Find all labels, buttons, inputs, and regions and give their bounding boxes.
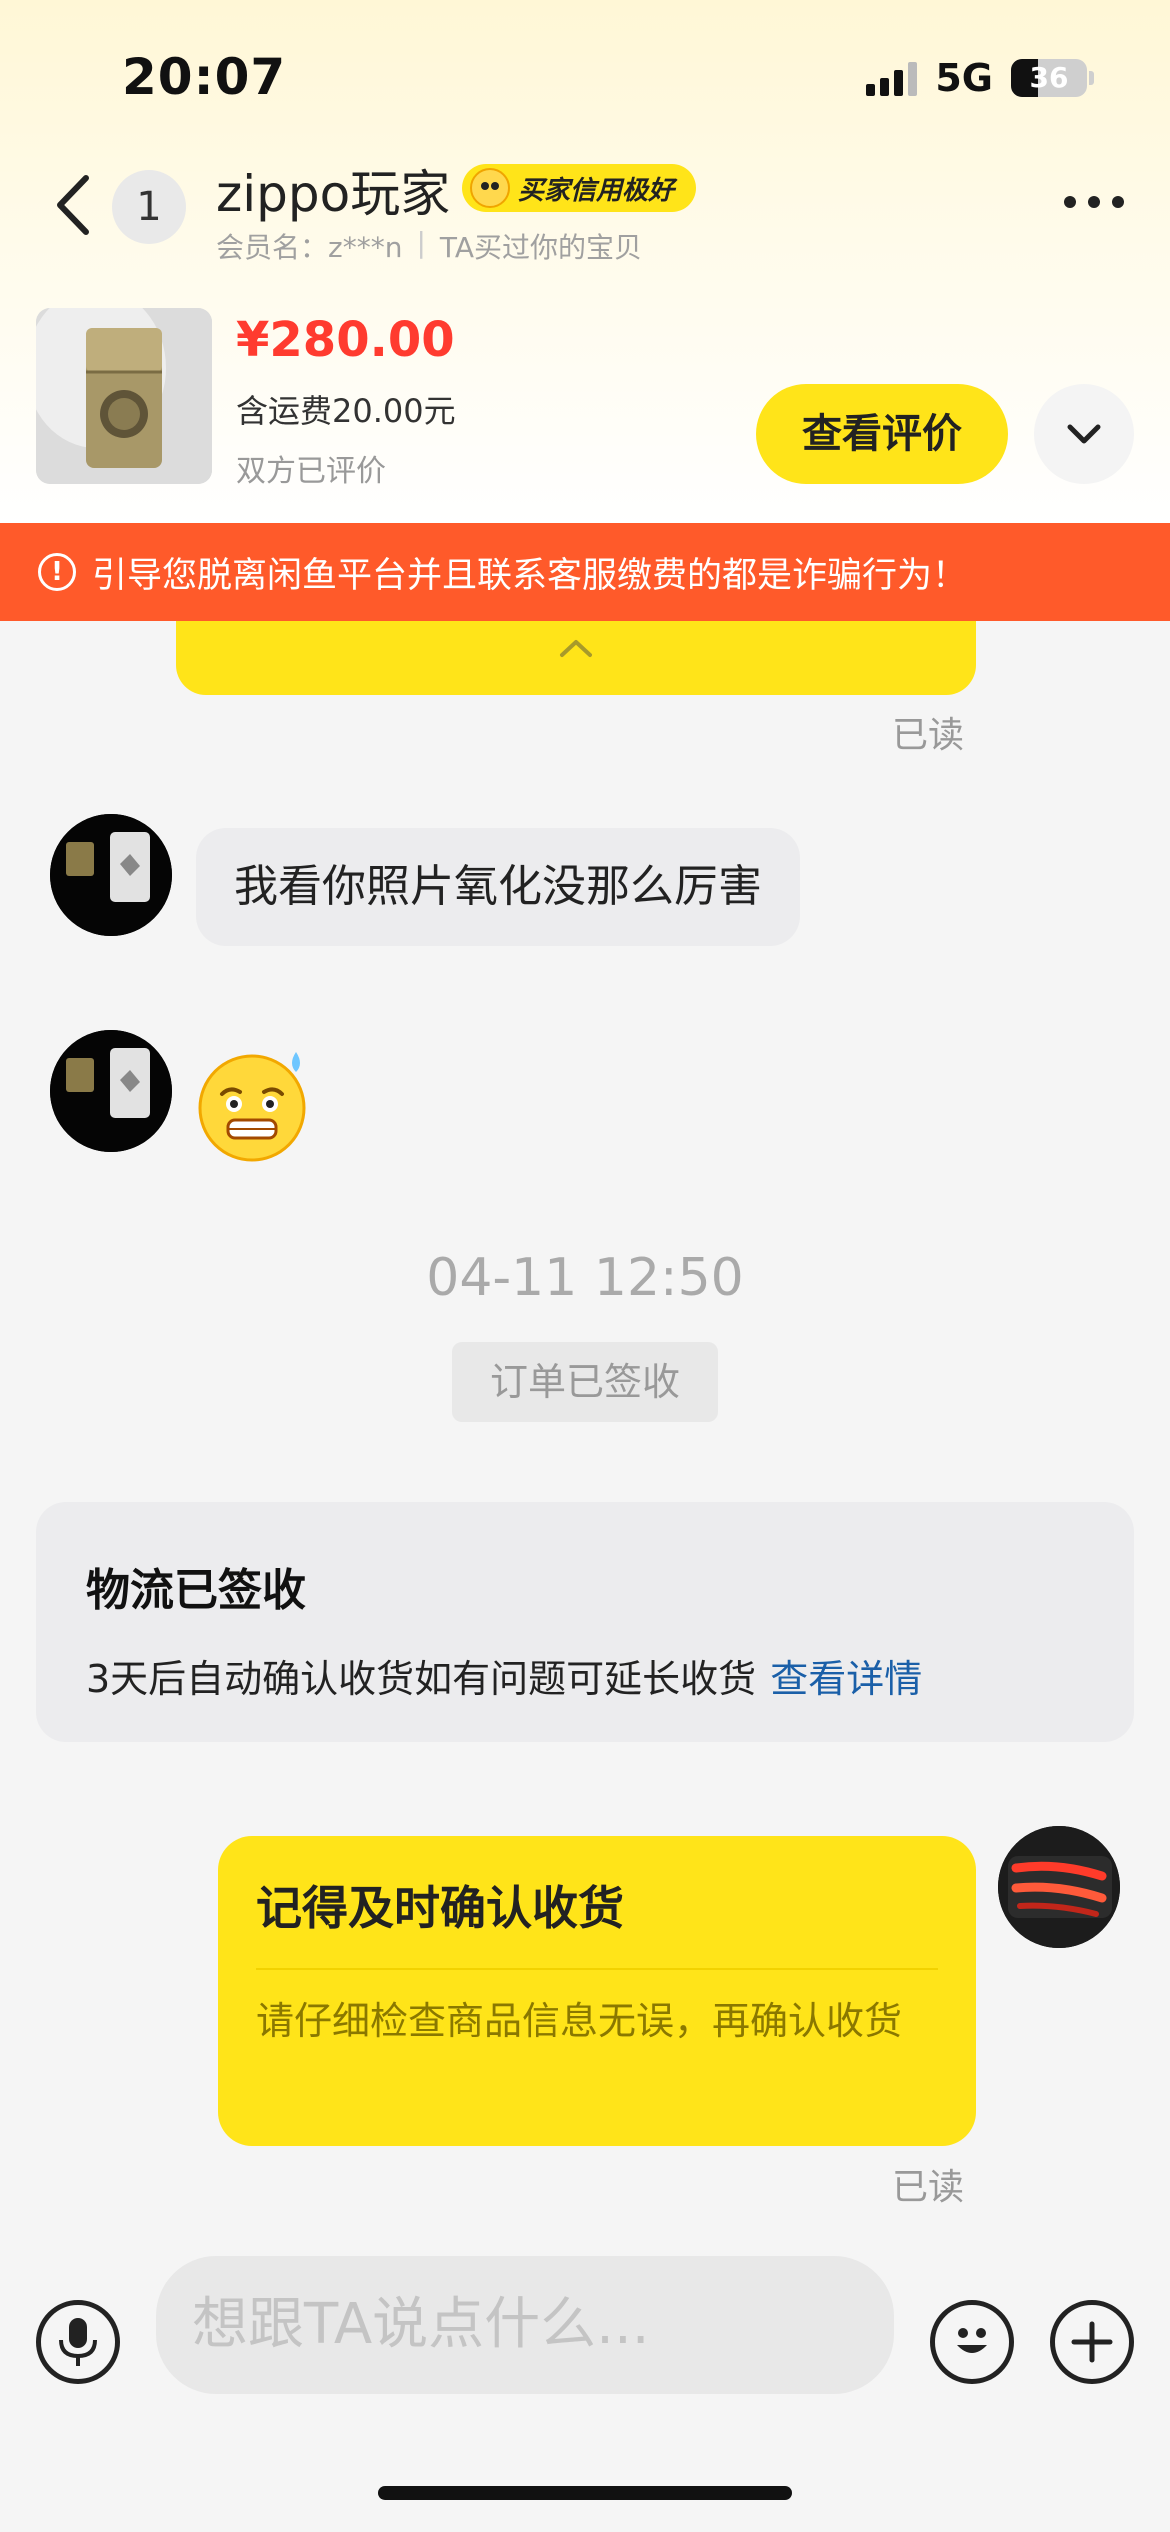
home-indicator[interactable] — [378, 2486, 792, 2500]
logistics-description: 3天后自动确认收货如有问题可延长收货 — [86, 1657, 757, 1701]
item-shipping: 含运费20.00元 — [236, 392, 456, 430]
warning-text: 引导您脱离闲鱼平台并且联系客服缴费的都是诈骗行为！ — [92, 555, 968, 596]
read-receipt: 已读 — [892, 715, 965, 756]
dot — [1088, 196, 1100, 208]
fraud-warning-banner: ! 引导您脱离闲鱼平台并且联系客服缴费的都是诈骗行为！ — [0, 523, 1170, 621]
smile-emoji-icon — [470, 168, 510, 208]
logistics-text: 3天后自动确认收货如有问题可延长收货 查看详情 — [86, 1648, 1134, 1703]
incoming-message-bubble[interactable]: 我看你照片氧化没那么厉害 — [196, 828, 800, 946]
dot — [1064, 196, 1076, 208]
contact-avatar[interactable] — [50, 1030, 172, 1152]
add-button[interactable] — [1050, 2300, 1134, 2384]
reminder-body: 请仔细检查商品信息无误，再确认收货 — [256, 1999, 903, 2043]
status-icons: 5G 36 — [866, 56, 1094, 100]
read-receipt: 已读 — [892, 2167, 965, 2208]
purchase-relation: TA买过你的宝贝 — [439, 231, 642, 264]
battery-cap — [1089, 71, 1094, 85]
sweat-grin-emoji-icon[interactable] — [196, 1046, 312, 1162]
member-name: 会员名：z***n — [216, 231, 403, 264]
back-button[interactable] — [48, 172, 98, 238]
more-options-button[interactable] — [1064, 196, 1124, 208]
network-label: 5G — [935, 56, 993, 100]
smiley-icon — [957, 2328, 987, 2353]
lighter-image — [36, 308, 212, 484]
divider: | — [416, 226, 426, 259]
avatar-image — [998, 1826, 1120, 1948]
collapsed-card[interactable] — [176, 621, 976, 695]
chevron-down-icon — [1067, 424, 1101, 444]
battery-icon: 36 — [1011, 59, 1087, 97]
expand-button[interactable] — [1034, 384, 1134, 484]
logistics-title: 物流已签收 — [86, 1565, 306, 1616]
reminder-title: 记得及时确认收货 — [256, 1872, 938, 1970]
message-input[interactable]: 想跟TA说点什么... — [156, 2256, 894, 2394]
order-signed-tag: 订单已签收 — [452, 1342, 718, 1422]
voice-button[interactable] — [36, 2300, 120, 2384]
emoji-button[interactable] — [930, 2300, 1014, 2384]
unread-count-badge[interactable]: 1 — [112, 170, 186, 244]
confirm-receipt-card[interactable]: 记得及时确认收货 请仔细检查商品信息无误，再确认收货 — [218, 1836, 976, 2146]
item-thumbnail[interactable] — [36, 308, 212, 484]
contact-subtitle: 会员名：z***n | TA买过你的宝贝 — [216, 226, 642, 266]
credit-badge-label: 买家信用极好 — [518, 175, 675, 206]
plus-icon — [1071, 2321, 1113, 2363]
alert-icon: ! — [38, 553, 76, 591]
evaluation-status: 双方已评价 — [236, 454, 386, 489]
microphone-icon — [59, 2318, 97, 2366]
my-avatar[interactable] — [998, 1826, 1120, 1948]
credit-badge[interactable]: 买家信用极好 — [462, 164, 697, 212]
view-details-link[interactable]: 查看详情 — [770, 1657, 922, 1701]
chevron-left-icon — [57, 175, 89, 235]
chevron-up-icon — [560, 640, 592, 657]
avatar-image — [50, 1030, 172, 1152]
status-time: 20:07 — [122, 48, 287, 106]
avatar-image — [50, 814, 172, 936]
battery-level: 36 — [1029, 61, 1069, 94]
dot — [1112, 196, 1124, 208]
message-timestamp: 04-11 12:50 — [426, 1248, 744, 1308]
contact-nickname[interactable]: zippo玩家 — [216, 154, 450, 226]
logistics-card[interactable]: 物流已签收 3天后自动确认收货如有问题可延长收货 查看详情 — [36, 1502, 1134, 1742]
contact-avatar[interactable] — [50, 814, 172, 936]
item-price: ¥280.00 — [236, 312, 455, 368]
signal-icon — [866, 60, 918, 96]
view-review-button[interactable]: 查看评价 — [756, 384, 1008, 484]
